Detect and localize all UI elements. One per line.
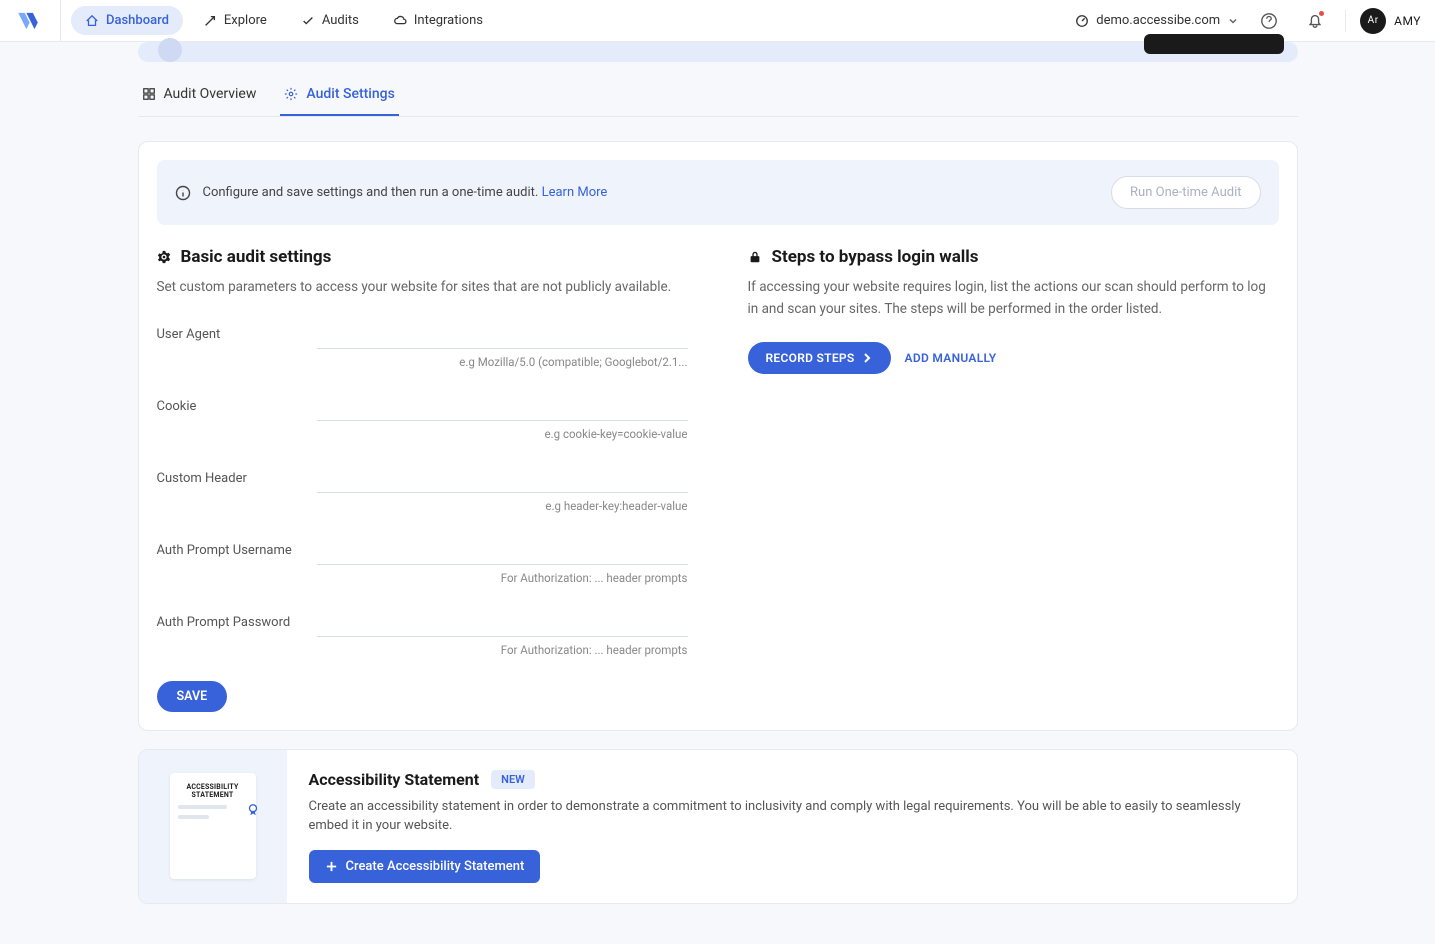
- new-badge: NEW: [491, 770, 535, 789]
- overview-icon: [142, 87, 156, 101]
- field-label: Auth Prompt Password: [157, 609, 317, 630]
- record-steps-button[interactable]: RECORD STEPS: [748, 342, 891, 374]
- field-hint: For Authorization: ... header prompts: [317, 643, 688, 657]
- nav-label: Integrations: [414, 13, 483, 28]
- button-label: RECORD STEPS: [766, 351, 855, 365]
- help-button[interactable]: [1253, 5, 1285, 37]
- field-hint: e.g Mozilla/5.0 (compatible; Googlebot/2…: [317, 355, 688, 369]
- page-content: Audit Overview Audit Settings Configure …: [138, 42, 1298, 944]
- chevron-down-icon: [1227, 15, 1239, 27]
- field-input[interactable]: [317, 609, 688, 637]
- tab-audit-settings[interactable]: Audit Settings: [280, 76, 398, 116]
- info-bar: Configure and save settings and then run…: [157, 160, 1279, 225]
- audits-icon: [301, 14, 315, 28]
- form-row: Cookiee.g cookie-key=cookie-value: [157, 393, 688, 441]
- info-text: Configure and save settings and then run…: [203, 185, 539, 200]
- nav-label: Dashboard: [106, 13, 169, 28]
- create-statement-button[interactable]: Create Accessibility Statement: [309, 850, 541, 883]
- run-audit-button[interactable]: Run One-time Audit: [1111, 176, 1260, 209]
- nav-audits[interactable]: Audits: [287, 6, 373, 35]
- field-input[interactable]: [317, 465, 688, 493]
- plus-icon: [325, 860, 338, 873]
- learn-more-link[interactable]: Learn More: [542, 185, 608, 200]
- statement-preview: ACCESSIBILITY STATEMENT: [139, 750, 287, 903]
- field-input[interactable]: [317, 537, 688, 565]
- tab-label: Audit Settings: [306, 86, 394, 102]
- nav-dashboard[interactable]: Dashboard: [71, 6, 183, 35]
- banner-collapsed: [138, 42, 1298, 62]
- save-button[interactable]: SAVE: [157, 681, 228, 712]
- main-nav: Dashboard Explore Audits Integrations: [71, 6, 497, 35]
- section-title: Steps to bypass login walls: [772, 247, 979, 267]
- gear-icon: [157, 250, 171, 264]
- gauge-icon: [1075, 14, 1089, 28]
- form-row: User Agente.g Mozilla/5.0 (compatible; G…: [157, 321, 688, 369]
- add-manually-button[interactable]: ADD MANUALLY: [905, 351, 997, 365]
- divider: [60, 0, 61, 42]
- user-name: AMY: [1394, 14, 1421, 28]
- lock-icon: [748, 250, 762, 264]
- domain-text: demo.accessibe.com: [1096, 13, 1220, 28]
- section-description: Set custom parameters to access your web…: [157, 277, 688, 299]
- info-icon: [175, 185, 191, 201]
- field-input[interactable]: [317, 393, 688, 421]
- field-hint: e.g cookie-key=cookie-value: [317, 427, 688, 441]
- preview-line: [178, 805, 227, 809]
- form-row: Auth Prompt PasswordFor Authorization: .…: [157, 609, 688, 657]
- accessibility-statement-card: ACCESSIBILITY STATEMENT Accessibility St…: [138, 749, 1298, 904]
- section-description: If accessing your website requires login…: [748, 277, 1279, 320]
- audit-tabs: Audit Overview Audit Settings: [138, 76, 1298, 117]
- field-label: Custom Header: [157, 465, 317, 486]
- top-bar-right: demo.accessibe.com Ar AMY: [1075, 5, 1421, 37]
- avatar: Ar: [1360, 8, 1386, 34]
- preview-document: ACCESSIBILITY STATEMENT: [170, 773, 256, 879]
- field-label: Auth Prompt Username: [157, 537, 317, 558]
- help-icon: [1260, 12, 1278, 30]
- settings-card: Configure and save settings and then run…: [138, 141, 1298, 731]
- nav-label: Explore: [224, 13, 267, 28]
- explore-icon: [203, 14, 217, 28]
- user-menu[interactable]: Ar AMY: [1360, 8, 1421, 34]
- divider: [1345, 10, 1346, 32]
- bypass-login-section: Steps to bypass login walls If accessing…: [748, 247, 1279, 712]
- preview-line: [178, 815, 210, 819]
- form-row: Custom Headere.g header-key:header-value: [157, 465, 688, 513]
- dashboard-icon: [85, 14, 99, 28]
- notifications-button[interactable]: [1299, 5, 1331, 37]
- preview-line-2: STATEMENT: [178, 791, 248, 799]
- field-hint: For Authorization: ... header prompts: [317, 571, 688, 585]
- form-row: Auth Prompt UsernameFor Authorization: .…: [157, 537, 688, 585]
- statement-title: Accessibility Statement: [309, 770, 480, 789]
- ribbon-icon: [246, 803, 260, 817]
- nav-label: Audits: [322, 13, 359, 28]
- settings-icon: [284, 87, 298, 101]
- domain-selector[interactable]: demo.accessibe.com: [1075, 13, 1239, 28]
- basic-settings-section: Basic audit settings Set custom paramete…: [157, 247, 688, 712]
- tab-audit-overview[interactable]: Audit Overview: [138, 76, 261, 116]
- button-label: Create Accessibility Statement: [346, 859, 525, 874]
- app-logo: [14, 7, 42, 35]
- preview-line-1: ACCESSIBILITY: [178, 783, 248, 791]
- field-hint: e.g header-key:header-value: [317, 499, 688, 513]
- cloud-icon: [393, 14, 407, 28]
- tab-label: Audit Overview: [164, 86, 257, 102]
- field-label: User Agent: [157, 321, 317, 342]
- field-input[interactable]: [317, 321, 688, 349]
- nav-integrations[interactable]: Integrations: [379, 6, 497, 35]
- statement-description: Create an accessibility statement in ord…: [309, 797, 1275, 836]
- field-label: Cookie: [157, 393, 317, 414]
- section-title: Basic audit settings: [181, 247, 332, 267]
- nav-explore[interactable]: Explore: [189, 6, 281, 35]
- statement-body: Accessibility Statement NEW Create an ac…: [287, 750, 1297, 903]
- chevron-right-icon: [861, 352, 873, 364]
- notification-dot: [1318, 10, 1325, 17]
